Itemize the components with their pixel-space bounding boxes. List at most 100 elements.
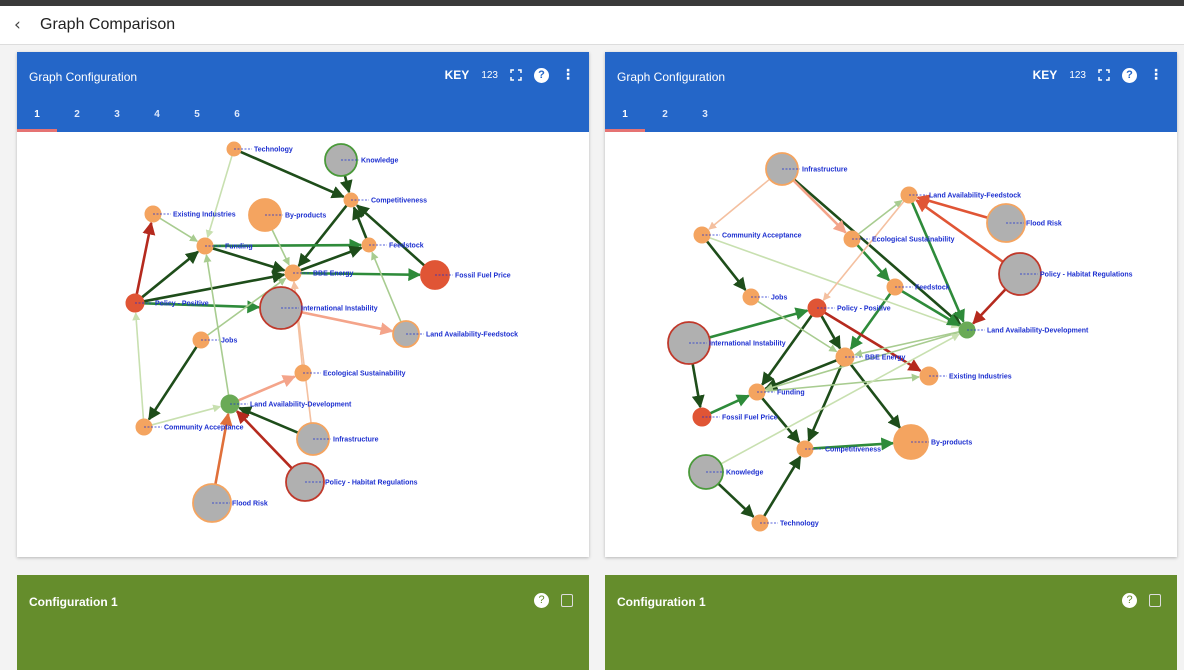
node-existing-industries[interactable]: Existing Industries xyxy=(919,366,1012,386)
tab-2[interactable]: 2 xyxy=(57,102,97,132)
node-fossil-fuel-price[interactable]: Fossil Fuel Price xyxy=(420,260,511,290)
help-icon[interactable]: ? xyxy=(1122,67,1137,83)
node-label: Competitiveness xyxy=(371,198,427,205)
network-graph[interactable]: Technology Knowledge Competitiveness Existi… xyxy=(17,132,589,557)
configuration-title: Configuration 1 xyxy=(617,595,706,609)
edge-international_instability-land_feedstock xyxy=(301,311,394,336)
node-label: Land Availability-Development xyxy=(250,402,352,409)
key-button[interactable]: KEY xyxy=(445,68,470,82)
node-international-instability[interactable]: International Instability xyxy=(259,286,378,330)
node-label: Land Availability-Feedstock xyxy=(929,193,1021,200)
edge-knowledge-competitiveness xyxy=(339,175,353,194)
node-label: Knowledge xyxy=(361,158,398,165)
tab-6[interactable]: 6 xyxy=(217,102,257,132)
node-ecological[interactable]: Ecological Sustainability xyxy=(843,230,955,248)
help-icon[interactable]: ? xyxy=(534,67,549,83)
edge-bbe_energy-competitiveness xyxy=(807,364,843,442)
node-label: Ecological Sustainability xyxy=(872,237,955,244)
help-icon[interactable]: ? xyxy=(1122,593,1137,608)
edge-infrastructure-ecological xyxy=(792,179,847,234)
node-label: International Instability xyxy=(709,341,786,348)
node-technology[interactable]: Technology xyxy=(751,514,819,532)
toolbar-tools: KEY 123 ? ⋮ xyxy=(445,67,575,83)
node-infrastructure[interactable]: Infrastructure xyxy=(765,152,848,186)
node-label: Fossil Fuel Price xyxy=(455,273,511,280)
node-technology[interactable]: Technology xyxy=(226,141,293,157)
edge-community-policy_positive xyxy=(132,312,145,420)
node-bbe-energy[interactable]: BBE Energy xyxy=(284,264,354,282)
node-feedstock[interactable]: Feedstock xyxy=(886,278,950,296)
node-label: Competitiveness xyxy=(825,447,881,454)
graph-config-toolbar: Graph Configuration KEY 123 ? ⋮ 123 xyxy=(605,52,1177,132)
node-flood-risk[interactable]: Flood Risk xyxy=(986,203,1062,243)
edge-land_development-funding xyxy=(203,254,230,396)
node-label: Technology xyxy=(780,521,819,528)
node-fossil-fuel-price[interactable]: Fossil Fuel Price xyxy=(692,407,778,427)
node-land-development[interactable]: Land Availability-Development xyxy=(958,321,1089,339)
graph-tabs: 123456 xyxy=(17,102,257,132)
tab-5[interactable]: 5 xyxy=(177,102,217,132)
fullscreen-icon[interactable] xyxy=(1098,69,1110,81)
tab-4[interactable]: 4 xyxy=(137,102,177,132)
copy-icon[interactable] xyxy=(1149,594,1161,607)
node-policy-habitat[interactable]: Policy - Habitat Regulations xyxy=(998,252,1133,296)
node-ecological[interactable]: Ecological Sustainability xyxy=(294,364,406,382)
edge-bbe_energy-byproducts xyxy=(849,363,901,429)
edge-knowledge-technology xyxy=(717,482,755,518)
node-policy-habitat[interactable]: Policy - Habitat Regulations xyxy=(285,462,418,502)
node-land-development[interactable]: Land Availability-Development xyxy=(220,394,352,414)
help-icon[interactable]: ? xyxy=(534,593,549,608)
key-button[interactable]: KEY xyxy=(1033,68,1058,82)
configuration-tools: ? xyxy=(1122,593,1161,608)
graph-panel-right: Graph Configuration KEY 123 ? ⋮ 123 Infr… xyxy=(605,52,1177,557)
node-label: Community Acceptance xyxy=(164,425,244,432)
configuration-title: Configuration 1 xyxy=(29,595,118,609)
edge-ecological-land_feedstock xyxy=(857,199,903,235)
edge-fossil_fuel_price-competitiveness xyxy=(355,204,426,267)
node-competitiveness[interactable]: Competitiveness xyxy=(343,192,427,208)
node-byproducts[interactable]: By-products xyxy=(893,424,972,460)
node-byproducts[interactable]: By-products xyxy=(248,198,326,232)
node-label: By-products xyxy=(285,213,326,220)
node-label: Policy - Habitat Regulations xyxy=(1040,272,1133,279)
network-graph[interactable]: Infrastructure Land Availability-Feedstoc… xyxy=(605,132,1177,557)
edge-policy_positive-funding xyxy=(141,250,200,299)
configuration-panel-right: Configuration 1 ? xyxy=(605,575,1177,670)
tab-2[interactable]: 2 xyxy=(645,102,685,132)
more-options-icon[interactable]: ⋮ xyxy=(561,67,575,83)
node-jobs[interactable]: Jobs xyxy=(192,331,237,349)
node-label: Land Availability-Development xyxy=(987,328,1089,335)
node-policy-positive[interactable]: Policy - Positive xyxy=(807,298,891,318)
fullscreen-icon[interactable] xyxy=(510,69,522,81)
node-jobs[interactable]: Jobs xyxy=(742,288,787,306)
node-competitiveness[interactable]: Competitiveness xyxy=(796,440,881,458)
node-label: By-products xyxy=(931,440,972,447)
node-label: Technology xyxy=(254,147,293,154)
node-land-feedstock[interactable]: Land Availability-Feedstock xyxy=(392,320,518,348)
graph-tabs: 123 xyxy=(605,102,725,132)
more-options-icon[interactable]: ⋮ xyxy=(1149,67,1163,83)
node-label: Feedstock xyxy=(915,285,950,292)
node-feedstock[interactable]: Feedstock xyxy=(361,237,424,253)
count-button[interactable]: 123 xyxy=(481,70,498,81)
node-label: Infrastructure xyxy=(802,167,848,174)
tab-1[interactable]: 1 xyxy=(17,102,57,132)
back-button[interactable]: ‹ xyxy=(14,15,40,35)
node-existing-industries[interactable]: Existing Industries xyxy=(144,205,236,223)
node-knowledge[interactable]: Knowledge xyxy=(324,143,398,177)
node-community[interactable]: Community Acceptance xyxy=(693,226,802,244)
node-international-instability[interactable]: International Instability xyxy=(667,321,786,365)
node-label: Flood Risk xyxy=(232,501,268,508)
tab-3[interactable]: 3 xyxy=(97,102,137,132)
edge-ecological-feedstock xyxy=(856,244,890,282)
node-infrastructure[interactable]: Infrastructure xyxy=(296,422,379,456)
node-label: BBE Energy xyxy=(313,271,354,278)
node-label: Knowledge xyxy=(726,470,763,477)
count-button[interactable]: 123 xyxy=(1069,70,1086,81)
tab-1[interactable]: 1 xyxy=(605,102,645,132)
edge-international_instability-fossil_fuel_price xyxy=(691,363,705,409)
node-label: Flood Risk xyxy=(1026,221,1062,228)
node-flood-risk[interactable]: Flood Risk xyxy=(192,483,268,523)
copy-icon[interactable] xyxy=(561,594,573,607)
tab-3[interactable]: 3 xyxy=(685,102,725,132)
